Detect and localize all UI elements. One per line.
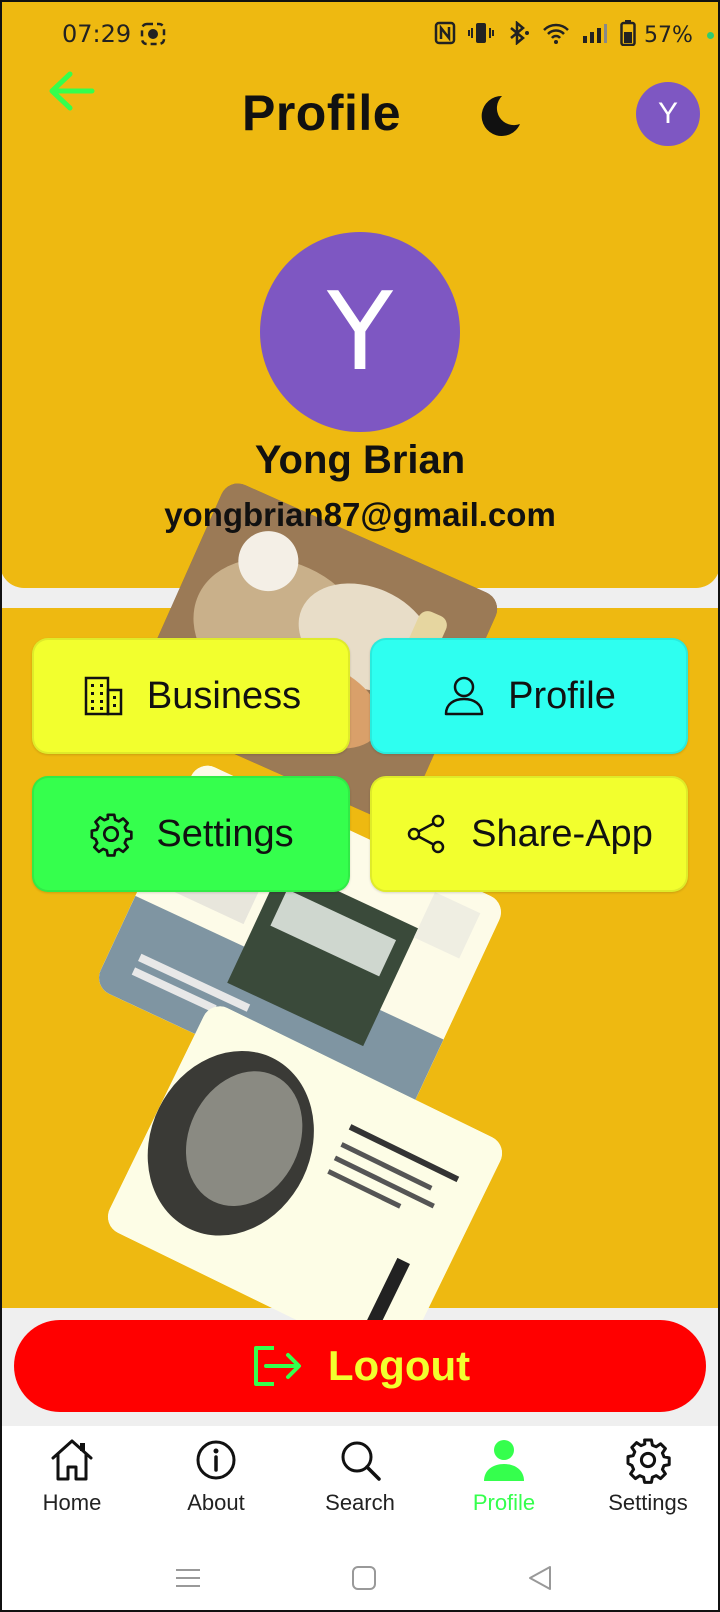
info-icon — [196, 1440, 236, 1480]
logout-icon — [253, 1346, 301, 1386]
logout-label: Logout — [327, 1342, 471, 1389]
business-tile[interactable]: Business — [32, 638, 350, 754]
search-icon — [341, 1441, 381, 1481]
system-navigation-bar — [0, 1544, 720, 1612]
nav-search-label: Search — [325, 1490, 395, 1515]
bottom-navigation: Home About Search Profile Settings — [0, 1426, 720, 1544]
share-app-tile[interactable]: Share-App — [370, 776, 688, 892]
business-label: Business — [146, 674, 302, 717]
vibrate-icon — [468, 21, 494, 50]
battery-percent: 57% — [644, 23, 693, 48]
recents-button[interactable] — [174, 1564, 202, 1597]
moon-icon — [481, 95, 520, 136]
home-system-button[interactable] — [350, 1564, 378, 1597]
nav-home[interactable]: Home — [0, 1426, 144, 1544]
square-icon — [352, 1566, 376, 1590]
nav-settings[interactable]: Settings — [576, 1426, 720, 1544]
arrow-left-icon — [49, 71, 95, 111]
bluetooth-icon — [506, 20, 530, 50]
page-title: Profile — [242, 85, 402, 141]
gear-icon — [626, 1438, 671, 1484]
user-email: yongbrian87@gmail.com — [164, 496, 556, 533]
status-icons: 57% — [434, 20, 714, 51]
menu-lines-icon — [176, 1569, 200, 1587]
back-system-button[interactable] — [526, 1564, 554, 1597]
share-app-label: Share-App — [471, 812, 653, 855]
settings-tile[interactable]: Settings — [32, 776, 350, 892]
logout-button[interactable]: Logout — [14, 1320, 706, 1412]
nav-home-label: Home — [42, 1490, 102, 1515]
person-icon — [484, 1440, 524, 1481]
nav-about[interactable]: About — [144, 1426, 288, 1544]
nfc-icon — [434, 21, 456, 50]
signal-icon — [582, 21, 608, 50]
status-bar: 07:29 57% — [0, 0, 720, 70]
settings-label: Settings — [156, 812, 294, 855]
person-outline-icon — [444, 676, 484, 716]
nav-profile-label: Profile — [472, 1490, 536, 1515]
gear-icon — [90, 813, 134, 857]
building-icon — [84, 676, 123, 716]
battery-icon — [620, 20, 636, 51]
nav-profile[interactable]: Profile — [432, 1426, 576, 1544]
home-icon — [51, 1439, 93, 1481]
profile-avatar: Y — [260, 232, 460, 432]
user-name: Yong Brian — [254, 438, 466, 482]
nav-search[interactable]: Search — [288, 1426, 432, 1544]
dark-mode-toggle[interactable] — [472, 90, 524, 142]
share-icon — [407, 814, 445, 854]
back-button[interactable] — [44, 64, 98, 118]
triangle-back-icon — [529, 1566, 551, 1590]
profile-label: Profile — [508, 674, 616, 717]
notification-dot — [706, 32, 714, 39]
nav-settings-label: Settings — [608, 1490, 688, 1515]
profile-tile[interactable]: Profile — [370, 638, 688, 754]
status-time: 07:29 — [62, 20, 132, 48]
header-avatar[interactable]: Y — [636, 82, 700, 146]
wifi-icon — [542, 21, 570, 50]
nav-about-label: About — [187, 1490, 245, 1515]
screen-record-icon — [140, 22, 166, 51]
